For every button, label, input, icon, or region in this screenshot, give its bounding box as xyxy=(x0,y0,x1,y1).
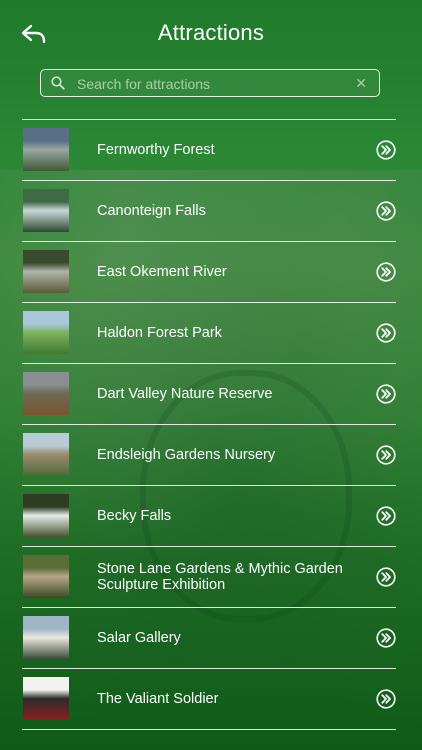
attraction-thumbnail xyxy=(23,494,69,537)
list-item[interactable]: The Valiant Soldier xyxy=(22,669,396,730)
attraction-name: Dart Valley Nature Reserve xyxy=(97,386,273,402)
attraction-thumbnail xyxy=(23,555,69,598)
attraction-name: Stone Lane Gardens & Mythic Garden Sculp… xyxy=(97,561,343,593)
attraction-thumbnail xyxy=(23,372,69,415)
attraction-thumbnail xyxy=(23,433,69,476)
search-input[interactable] xyxy=(75,73,349,95)
chevron-right-double-circle-icon[interactable] xyxy=(376,262,396,282)
attraction-name: Becky Falls xyxy=(97,508,172,524)
list-item[interactable]: Endsleigh Gardens Nursery xyxy=(22,425,396,486)
attraction-thumbnail xyxy=(23,677,69,720)
chevron-right-double-circle-icon[interactable] xyxy=(376,140,396,160)
chevron-right-double-circle-icon[interactable] xyxy=(376,567,396,587)
list-item[interactable]: Stone Lane Gardens & Mythic Garden Sculp… xyxy=(22,547,396,608)
search-bar[interactable]: ✕ xyxy=(40,69,380,97)
chevron-right-double-circle-icon[interactable] xyxy=(376,323,396,343)
page-title: Attractions xyxy=(157,20,265,45)
chevron-right-double-circle-icon[interactable] xyxy=(376,445,396,465)
list-item[interactable]: Fernworthy Forest xyxy=(22,120,396,181)
list-item[interactable]: Canonteign Falls xyxy=(22,181,396,242)
attraction-thumbnail xyxy=(23,189,69,232)
attraction-name: East Okement River xyxy=(97,264,227,280)
attraction-thumbnail xyxy=(23,250,69,293)
list-item[interactable]: Salar Gallery xyxy=(22,608,396,669)
attraction-name: Salar Gallery xyxy=(97,630,181,646)
attraction-thumbnail xyxy=(23,311,69,354)
attraction-name: The Valiant Soldier xyxy=(97,691,219,707)
chevron-right-double-circle-icon[interactable] xyxy=(376,689,396,709)
attraction-thumbnail xyxy=(23,616,69,659)
attraction-name: Haldon Forest Park xyxy=(97,325,222,341)
attraction-name: Endsleigh Gardens Nursery xyxy=(97,447,276,463)
list-item[interactable]: Haldon Forest Park xyxy=(22,303,396,364)
chevron-right-double-circle-icon[interactable] xyxy=(376,384,396,404)
attraction-name: Fernworthy Forest xyxy=(97,142,215,158)
chevron-right-double-circle-icon[interactable] xyxy=(376,628,396,648)
header: Attractions xyxy=(0,0,422,70)
chevron-right-double-circle-icon[interactable] xyxy=(376,201,396,221)
list-item[interactable]: East Okement River xyxy=(22,242,396,303)
attraction-thumbnail xyxy=(23,128,69,171)
attractions-list: Fernworthy Forest Canonteign Falls East Ok… xyxy=(22,119,396,730)
clear-icon[interactable]: ✕ xyxy=(355,75,367,91)
attraction-name: Canonteign Falls xyxy=(97,203,206,219)
list-item[interactable]: Becky Falls xyxy=(22,486,396,547)
list-item[interactable]: Dart Valley Nature Reserve xyxy=(22,364,396,425)
search-icon xyxy=(51,76,65,90)
chevron-right-double-circle-icon[interactable] xyxy=(376,506,396,526)
